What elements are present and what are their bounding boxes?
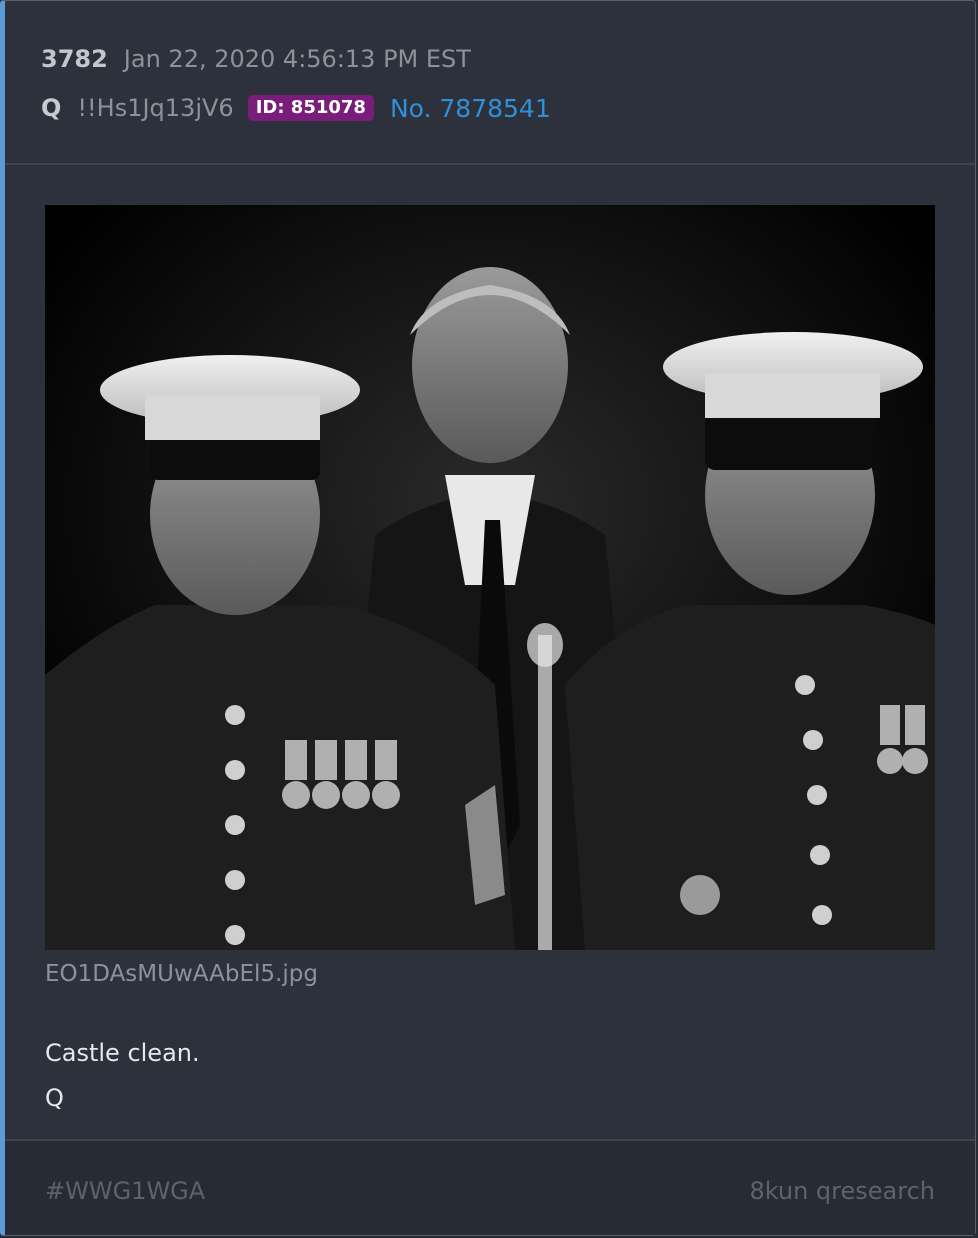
id-badge: ID: 851078 [247, 95, 374, 121]
source-label: 8kun qresearch [749, 1177, 935, 1205]
attachment-filename[interactable]: EO1DAsMUwAAbEl5.jpg [45, 961, 318, 987]
post-header: 3782 Jan 22, 2020 4:56:13 PM EST Q !!Hs1… [5, 1, 975, 165]
attached-image[interactable] [45, 205, 935, 950]
post-footer: #WWG1WGA 8kun qresearch [5, 1139, 975, 1235]
photo-illustration [45, 205, 935, 950]
post-meta-row: 3782 Jan 22, 2020 4:56:13 PM EST [41, 45, 471, 81]
post-timestamp: Jan 22, 2020 4:56:13 PM EST [123, 45, 471, 73]
post-number-link[interactable]: No. 7878541 [390, 94, 551, 123]
post-card: 3782 Jan 22, 2020 4:56:13 PM EST Q !!Hs1… [0, 0, 976, 1236]
author-name: Q [41, 94, 62, 122]
tripcode: !!Hs1Jq13jV6 [77, 94, 234, 122]
post-number: 3782 [41, 45, 108, 73]
post-author-row: Q !!Hs1Jq13jV6 ID: 851078 No. 7878541 [41, 90, 551, 126]
message-line-2: Q [45, 1084, 64, 1112]
hashtag-label: #WWG1WGA [45, 1177, 206, 1205]
message-line-1: Castle clean. [45, 1039, 200, 1067]
